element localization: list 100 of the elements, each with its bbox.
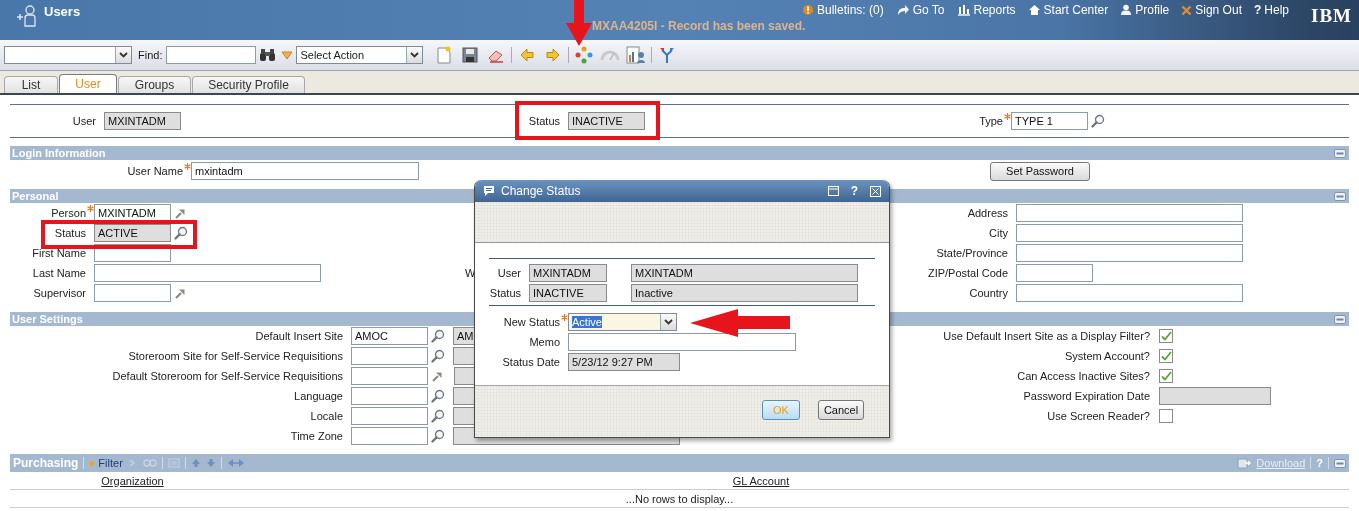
header-link[interactable]: Sign Out xyxy=(1181,3,1242,17)
save-icon[interactable] xyxy=(462,47,479,63)
input-field: MXINTADM xyxy=(529,264,607,282)
field-label: First Name xyxy=(31,247,86,259)
tab[interactable]: List xyxy=(4,76,58,93)
input-field[interactable] xyxy=(351,347,428,365)
checkbox[interactable] xyxy=(1159,329,1173,343)
play-icon xyxy=(89,458,97,468)
chart-icon xyxy=(956,4,971,16)
input-field[interactable] xyxy=(351,387,428,405)
checkbox[interactable] xyxy=(1159,349,1173,363)
field-label: ZIP/Postal Code xyxy=(926,267,1008,279)
page-title: Users xyxy=(44,4,81,19)
header-link[interactable]: Start Center xyxy=(1027,3,1109,17)
field-label: Status xyxy=(53,227,86,239)
tab[interactable]: Security Profile xyxy=(192,76,305,93)
message-icon xyxy=(483,185,495,197)
empty-message: ...No rows to display... xyxy=(10,490,1349,508)
search-icon[interactable] xyxy=(174,226,188,240)
input-field[interactable]: AMOC xyxy=(351,327,428,345)
description-field: MXINTADM xyxy=(631,264,858,282)
user-icon xyxy=(16,4,38,28)
back-icon[interactable] xyxy=(519,47,536,63)
field-label: Type xyxy=(978,115,1003,127)
search-icon[interactable] xyxy=(1091,114,1105,128)
help-icon: ? xyxy=(1253,3,1262,17)
field-label: Status Date xyxy=(501,356,560,368)
header-link[interactable]: Bulletins: (0) xyxy=(802,3,884,17)
input-field: INACTIVE xyxy=(568,112,645,130)
field-label: Locale xyxy=(309,410,343,422)
dialog-button[interactable]: Cancel xyxy=(818,399,864,420)
field-label: Status xyxy=(488,287,521,299)
field-label: Country xyxy=(968,287,1008,299)
field-label: System Account? xyxy=(1064,350,1150,362)
description-field: Inactive xyxy=(631,284,858,302)
column-header[interactable]: Organization xyxy=(10,474,255,487)
binoculars-icon[interactable] xyxy=(258,48,276,62)
column-header[interactable]: GL Account xyxy=(255,474,1267,487)
collapse-icon[interactable] xyxy=(1334,191,1346,201)
field-label: Find: xyxy=(138,49,163,61)
search-icon[interactable] xyxy=(431,409,445,423)
cycle-icon[interactable] xyxy=(575,46,594,64)
input-field[interactable] xyxy=(94,284,171,302)
header-link[interactable]: Go To xyxy=(895,3,945,17)
logo: IBM xyxy=(1310,4,1353,28)
input-field[interactable] xyxy=(568,333,796,351)
input-field: 5/23/12 9:27 PM xyxy=(568,353,680,371)
field-label: Default Storeroom for Self-Service Requisitions xyxy=(111,370,343,382)
arrow-icon xyxy=(895,4,910,16)
checkbox[interactable] xyxy=(1159,409,1173,423)
input-field[interactable] xyxy=(1016,224,1243,242)
set-password-button[interactable]: Set Password xyxy=(990,161,1090,181)
input-field[interactable] xyxy=(351,407,428,425)
arrow-icon[interactable] xyxy=(174,207,186,219)
find-field[interactable] xyxy=(166,46,257,64)
report-icon[interactable] xyxy=(626,46,647,64)
checkbox[interactable] xyxy=(1159,369,1173,383)
search-icon[interactable] xyxy=(431,349,445,363)
status-dropdown[interactable]: Active xyxy=(568,313,677,331)
alert-icon xyxy=(802,4,814,16)
branch-icon[interactable] xyxy=(659,46,676,64)
input-field[interactable] xyxy=(1016,244,1243,262)
field-label: Password Expiration Date xyxy=(1022,390,1150,402)
search-icon[interactable] xyxy=(431,429,445,443)
input-field[interactable] xyxy=(1016,204,1243,222)
input-field[interactable] xyxy=(351,427,428,445)
input-field[interactable]: mxintadm xyxy=(191,162,419,180)
close-icon[interactable] xyxy=(870,185,881,197)
input-field[interactable]: TYPE 1 xyxy=(1011,112,1088,130)
header-link[interactable]: Reports xyxy=(956,3,1016,17)
caret-icon xyxy=(119,52,128,58)
search-icon[interactable] xyxy=(431,389,445,403)
tab[interactable]: Groups xyxy=(118,76,191,93)
collapse-icon[interactable] xyxy=(1334,148,1346,158)
collapse-icon[interactable] xyxy=(1334,314,1346,324)
filter-icon[interactable] xyxy=(281,50,294,60)
query-dropdown[interactable] xyxy=(4,46,132,64)
collapse-icon[interactable] xyxy=(1334,458,1346,468)
export-icon xyxy=(1237,457,1252,469)
input-field[interactable] xyxy=(94,264,321,282)
field-label: Language xyxy=(293,390,343,402)
arrow-icon[interactable] xyxy=(174,287,186,299)
header-link[interactable]: Profile xyxy=(1120,3,1170,17)
action-dropdown[interactable]: Select Action xyxy=(296,46,424,64)
field-label: Time Zone xyxy=(289,430,343,442)
field-label: User xyxy=(71,115,96,127)
caret-icon xyxy=(410,52,420,58)
new-document-icon[interactable] xyxy=(436,46,453,64)
field-label: Status xyxy=(527,115,560,127)
window-icon[interactable] xyxy=(827,186,839,196)
status-message: MXAA4205I - Record has been saved. xyxy=(591,19,807,33)
field-label: Default Insert Site xyxy=(254,330,343,342)
filter-link[interactable]: Filter xyxy=(89,457,123,469)
input-field[interactable] xyxy=(1016,284,1243,302)
input-field[interactable] xyxy=(351,367,428,385)
arrow-icon[interactable] xyxy=(431,370,443,382)
search-icon[interactable] xyxy=(431,329,445,343)
input-field[interactable] xyxy=(1016,264,1093,282)
forward-icon[interactable] xyxy=(545,47,562,63)
header-link[interactable]: ? Help xyxy=(1253,3,1289,17)
